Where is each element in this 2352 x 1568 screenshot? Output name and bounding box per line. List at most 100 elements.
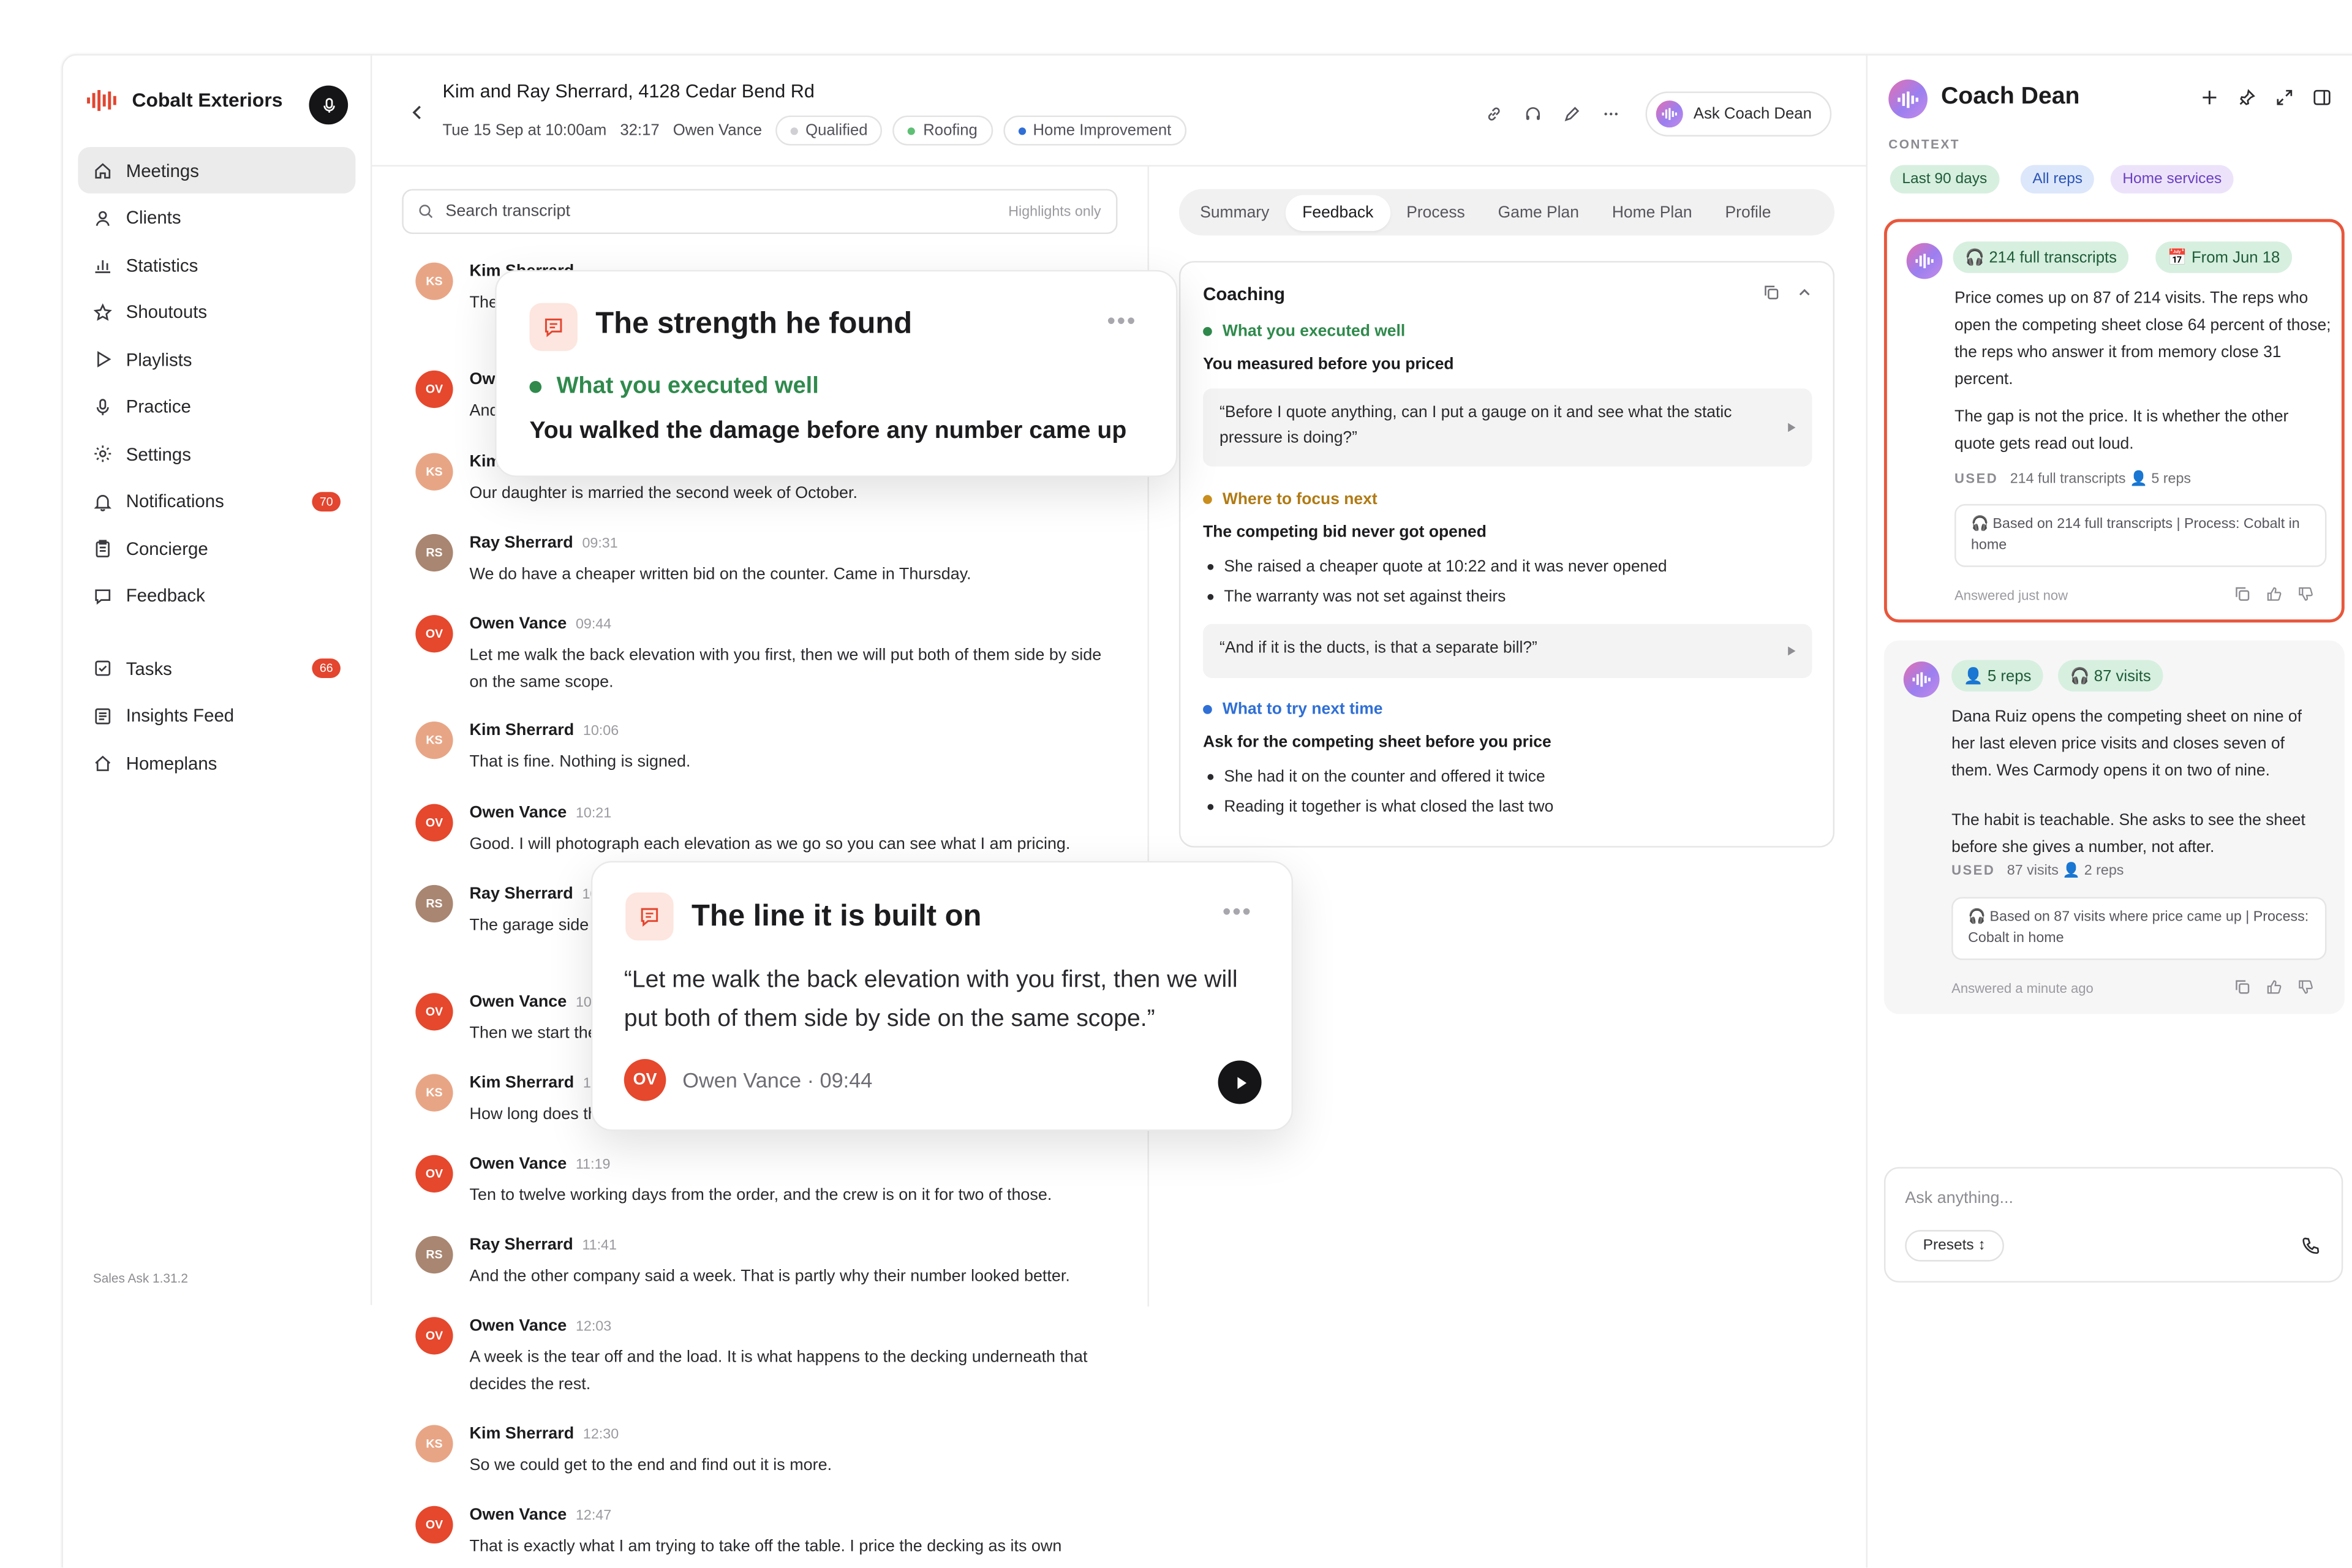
expand-icon[interactable] [2275,88,2293,106]
tag-qualified[interactable]: Qualified [775,115,883,146]
sidebar-toggle-icon[interactable] [2313,88,2331,106]
presets-button[interactable]: Presets ↕ [1905,1230,2004,1262]
tab-process[interactable]: Process [1390,194,1481,230]
sidebar-item-label: Meetings [126,159,199,181]
strength-popup-label: What you executed well [529,374,819,401]
ask-coach-button[interactable]: Ask Coach Dean [1645,91,1831,137]
coaching-card: Coaching What you executed well You meas… [1178,261,1835,848]
thumbs-up-icon[interactable] [2266,979,2282,994]
more-icon[interactable] [1602,105,1620,123]
focus-bullet: The warranty was not set against theirs [1203,582,1667,612]
thumbs-up-icon[interactable] [2266,587,2282,601]
speaker-line: Owen Vance10:52 [470,993,612,1011]
sidebar-item-shoutouts[interactable]: Shoutouts [78,288,355,335]
copy-icon[interactable] [1764,285,1779,300]
highlights-only-toggle[interactable]: Highlights only [1008,203,1101,220]
plus-icon[interactable] [2201,88,2218,106]
transcript-search[interactable]: Search transcript Highlights only [402,189,1118,235]
sidebar-item-homeplans[interactable]: Homeplans [78,739,355,786]
ask-input[interactable]: Ask anything... [1905,1189,2013,1207]
thumbs-down-icon[interactable] [2298,979,2313,994]
sidebar-item-settings[interactable]: Settings [78,431,355,477]
answer-time: Answered just now [1954,588,2068,603]
message-timestamp: 09:44 [575,616,612,633]
meeting-duration: 32:17 [620,121,660,140]
sidebar-item-playlists[interactable]: Playlists [78,336,355,383]
chevron-up-icon[interactable] [1797,285,1812,300]
sidebar-item-clients[interactable]: Clients [78,194,355,241]
tab-summary[interactable]: Summary [1183,194,1286,230]
well-heading: You measured before you priced [1203,355,1454,374]
speaker-avatar: OV [415,1155,453,1193]
tab-feedback[interactable]: Feedback [1286,194,1390,230]
more-icon[interactable]: ••• [1107,309,1137,336]
coach-avatar-icon [1656,100,1683,128]
message-text: That is exactly what I am trying to take… [469,1537,1062,1556]
answer-source[interactable]: 🎧 Based on 87 visits where price came up… [1951,897,2327,960]
chat-icon [95,589,111,605]
context-chip-last-90-days[interactable]: Last 90 days [1890,165,1999,194]
speaker-avatar: RS [415,1235,453,1274]
brand: Cobalt Exteriors [87,88,282,111]
header-actions [1485,105,1620,123]
focus-quote[interactable]: “And if it is the ducts, is that a separ… [1203,624,1812,678]
context-chip-all-reps[interactable]: All reps [2020,165,2095,194]
status-dot [908,126,916,135]
tag-home-improvement[interactable]: Home Improvement [1003,115,1186,146]
speaker-avatar: KS [415,1074,453,1112]
strength-popup-body: You walked the damage before any number … [529,418,1127,444]
strength-popup-title: The strength he found [595,307,913,341]
message-timestamp: 12:47 [575,1507,612,1525]
person-icon [96,210,110,225]
speaker-name: Ray Sherrard [469,884,573,903]
more-icon[interactable]: ••• [1223,900,1253,927]
pin-icon[interactable] [2238,88,2256,106]
coach-avatar-icon [1903,662,1940,698]
copy-icon[interactable] [2235,587,2250,601]
tab-home-plan[interactable]: Home Plan [1596,194,1709,230]
try-heading: Ask for the competing sheet before you p… [1203,733,1551,752]
link-icon[interactable] [1485,105,1503,123]
answer-time: Answered a minute ago [1951,981,2094,997]
sidebar-item-notifications[interactable]: Notifications 70 [78,478,355,524]
sidebar-item-statistics[interactable]: Statistics [78,241,355,288]
tab-profile[interactable]: Profile [1709,194,1788,230]
sidebar-item-practice[interactable]: Practice [78,383,355,430]
answer-actions [2235,979,2313,994]
speaker-avatar: OV [415,1506,453,1544]
well-label: What you executed well [1203,323,1405,341]
answer-used: USED 87 visits 👤 2 reps [1951,862,2124,880]
play-button[interactable] [1218,1060,1262,1104]
mic-button[interactable] [309,85,349,125]
copy-icon[interactable] [2235,979,2250,994]
tab-game-plan[interactable]: Game Plan [1482,194,1596,230]
pencil-icon[interactable] [1563,105,1581,123]
speaker-line: Ray Sherrard 09:31 [470,534,618,552]
meeting-date: Tue 15 Sep at 10:00am [442,121,607,140]
phone-icon[interactable] [2301,1236,2321,1256]
well-quote[interactable]: “Before I quote anything, can I put a ga… [1203,388,1812,467]
answer-source[interactable]: 🎧 Based on 214 full transcripts | Proces… [1954,503,2327,567]
thumbs-down-icon[interactable] [2298,587,2313,601]
context-chip-home-services[interactable]: Home services [2110,165,2234,194]
chevron-left-icon[interactable] [411,105,423,119]
count-badge: 70 [312,491,341,511]
line-popup: The line it is built on ••• “Let me walk… [590,861,1294,1131]
coach-answer-card: 👤 5 reps 🎧 87 visits Dana Ruiz opens the… [1883,640,2345,1014]
message-text: And the other company said a week. That … [469,1267,1070,1286]
analysis-tabs: Summary Feedback Process Game Plan Home Plan… [1178,189,1835,236]
message-timestamp: 11:19 [575,1156,611,1174]
message-text: So we could get to the end and find out … [469,1456,832,1475]
speaker-avatar: OV [415,1317,453,1355]
headphones-icon[interactable] [1524,105,1542,123]
sidebar-item-feedback[interactable]: Feedback [78,572,355,619]
sidebar-item-tasks[interactable]: Tasks 66 [78,645,355,692]
coach-answer-card: 🎧 214 full transcripts 📅 From Jun 18 Pri… [1883,219,2345,623]
speaker-avatar: RS [415,533,453,572]
sidebar-item-insights-feed[interactable]: Insights Feed [78,692,355,739]
tag-roofing[interactable]: Roofing [893,115,993,146]
meeting-title: Kim and Ray Sherrard, 4128 Cedar Bend Rd [442,81,815,102]
sidebar-item-concierge[interactable]: Concierge [78,525,355,571]
sidebar-item-meetings[interactable]: Meetings [78,147,356,194]
answer-actions [2235,587,2313,601]
